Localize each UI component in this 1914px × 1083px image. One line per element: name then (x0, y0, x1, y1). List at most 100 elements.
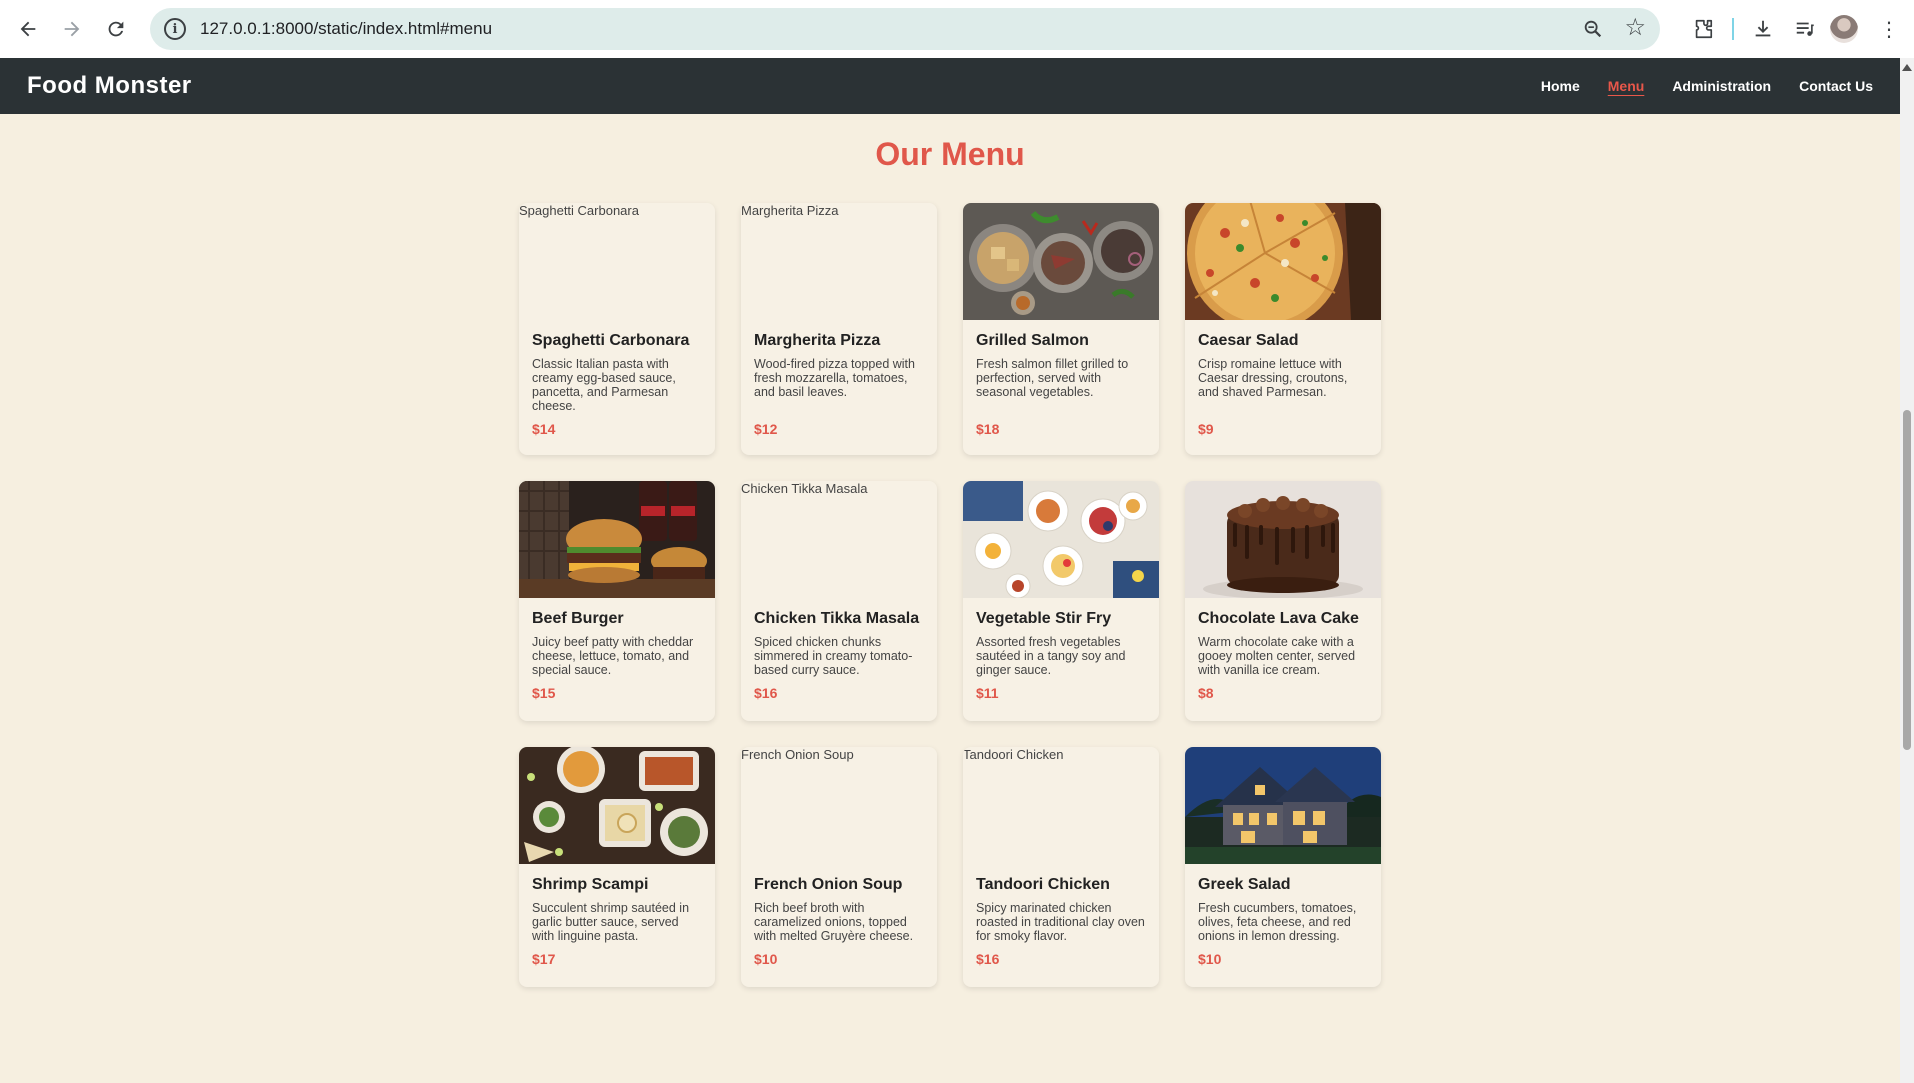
breakfast-photo (963, 481, 1159, 598)
menu-item-image: French Onion Soup (741, 747, 937, 864)
menu-item-description: Succulent shrimp sautéed in garlic butte… (532, 901, 690, 943)
scroll-up-arrow-icon[interactable] (1902, 64, 1912, 71)
menu-item-price: $15 (532, 685, 556, 701)
menu-item-price: $17 (532, 951, 556, 967)
menu-item-price: $10 (1198, 951, 1222, 967)
menu-item-description: Spicy marinated chicken roasted in tradi… (976, 901, 1145, 943)
zoom-icon[interactable] (1582, 18, 1604, 40)
image-alt-text: Margherita Pizza (741, 203, 839, 218)
menu-item-description: Classic Italian pasta with creamy egg-ba… (532, 357, 676, 413)
menu-item-description: Crisp romaine lettuce with Caesar dressi… (1198, 357, 1348, 399)
table-spread-photo (519, 747, 715, 864)
nav-menu[interactable]: Menu (1608, 78, 1645, 94)
menu-item-name: Beef Burger (532, 610, 624, 627)
menu-item-image (963, 203, 1159, 320)
menu-item-description: Juicy beef patty with cheddar cheese, le… (532, 635, 694, 677)
menu-item-description: Rich beef broth with caramelized onions,… (754, 901, 914, 943)
page-title: Our Menu (875, 136, 1025, 172)
site-info-icon[interactable]: i (164, 18, 186, 40)
menu-card[interactable]: Shrimp Scampi Succulent shrimp sautéed in… (519, 747, 715, 987)
forward-button[interactable] (50, 7, 94, 51)
menu-item-description: Warm chocolate cake with a gooey molten … (1198, 635, 1356, 677)
arrow-right-icon (64, 21, 80, 37)
menu-card[interactable]: Spaghetti Carbonara Spaghetti Carbonara C… (519, 203, 715, 455)
download-icon[interactable] (1742, 8, 1784, 50)
menu-card[interactable]: Beef Burger Juicy beef patty with cheddar… (519, 481, 715, 721)
site-nav: Home Menu Administration Contact Us (1513, 58, 1873, 114)
menu-item-price: $16 (976, 951, 1000, 967)
menu-item-image (1185, 481, 1381, 598)
image-alt-text: Spaghetti Carbonara (519, 203, 639, 218)
menu-item-description: Wood-fired pizza topped with fresh mozza… (754, 357, 915, 399)
menu-item-image (519, 481, 715, 598)
burger-photo (519, 481, 715, 598)
media-controls-icon[interactable] (1784, 8, 1826, 50)
menu-item-image: Tandoori Chicken (963, 747, 1159, 864)
reload-icon (108, 21, 124, 37)
image-alt-text: Tandoori Chicken (963, 747, 1064, 762)
menu-item-name: Margherita Pizza (754, 332, 881, 349)
pizza-photo (1185, 203, 1381, 320)
menu-item-description: Spiced chicken chunks simmered in creamy… (754, 635, 913, 677)
menu-card[interactable]: Vegetable Stir Fry Assorted fresh vegetab… (963, 481, 1159, 721)
menu-card[interactable]: Margherita Pizza Margherita Pizza Wood-fi… (741, 203, 937, 455)
menu-grid: Spaghetti Carbonara Spaghetti Carbonara C… (519, 203, 1383, 1013)
menu-item-name: Grilled Salmon (976, 332, 1089, 349)
menu-item-image (963, 481, 1159, 598)
menu-card[interactable]: Chicken Tikka Masala Chicken Tikka Masal… (741, 481, 937, 721)
menu-item-image: Margherita Pizza (741, 203, 937, 320)
menu-card[interactable]: French Onion Soup French Onion Soup Rich … (741, 747, 937, 987)
toolbar-actions: ⋮ (1682, 8, 1914, 50)
menu-item-name: Spaghetti Carbonara (532, 332, 690, 349)
reload-button[interactable] (94, 7, 138, 51)
browser-menu-icon[interactable]: ⋮ (1868, 8, 1910, 50)
image-alt-text: French Onion Soup (741, 747, 854, 762)
menu-item-price: $16 (754, 685, 778, 701)
menu-item-image (519, 747, 715, 864)
url-text[interactable]: 127.0.0.1:8000/static/index.html#menu (200, 19, 492, 39)
scrollbar-thumb[interactable] (1903, 410, 1911, 750)
back-button[interactable] (6, 7, 50, 51)
menu-item-price: $9 (1198, 421, 1214, 437)
nav-home[interactable]: Home (1541, 78, 1580, 94)
site-header: Food Monster Home Menu Administration Co… (0, 58, 1900, 114)
plates-photo (963, 203, 1159, 320)
menu-card[interactable]: Chocolate Lava Cake Warm chocolate cake w… (1185, 481, 1381, 721)
menu-card[interactable]: Grilled Salmon Fresh salmon fillet grille… (963, 203, 1159, 455)
menu-item-name: Chocolate Lava Cake (1198, 610, 1359, 627)
site-brand[interactable]: Food Monster (27, 72, 192, 100)
menu-card[interactable]: Greek Salad Fresh cucumbers, tomatoes, ol… (1185, 747, 1381, 987)
arrow-left-icon (20, 21, 36, 37)
menu-card[interactable]: Caesar Salad Crisp romaine lettuce with C… (1185, 203, 1381, 455)
page-scrollbar[interactable] (1900, 58, 1914, 1083)
toolbar-divider (1732, 18, 1734, 40)
nav-contact-us[interactable]: Contact Us (1799, 78, 1873, 94)
menu-item-price: $10 (754, 951, 778, 967)
menu-item-description: Fresh salmon fillet grilled to perfectio… (976, 357, 1129, 399)
nav-administration[interactable]: Administration (1672, 78, 1771, 94)
menu-item-image: Chicken Tikka Masala (741, 481, 937, 598)
menu-item-price: $14 (532, 421, 556, 437)
menu-item-name: French Onion Soup (754, 876, 903, 893)
menu-item-price: $18 (976, 421, 1000, 437)
extensions-icon[interactable] (1682, 8, 1724, 50)
menu-item-name: Vegetable Stir Fry (976, 610, 1112, 627)
cake-photo (1185, 481, 1381, 598)
menu-card[interactable]: Tandoori Chicken Tandoori Chicken Spicy m… (963, 747, 1159, 987)
profile-avatar[interactable] (1830, 15, 1858, 43)
menu-item-image (1185, 747, 1381, 864)
image-alt-text: Chicken Tikka Masala (741, 481, 868, 496)
menu-item-image (1185, 203, 1381, 320)
menu-item-price: $12 (754, 421, 778, 437)
menu-item-name: Tandoori Chicken (976, 876, 1110, 893)
menu-item-price: $8 (1198, 685, 1214, 701)
browser-toolbar: i 127.0.0.1:8000/static/index.html#menu … (0, 0, 1914, 58)
menu-item-image: Spaghetti Carbonara (519, 203, 715, 320)
menu-item-name: Greek Salad (1198, 876, 1291, 893)
menu-item-price: $11 (976, 685, 999, 701)
menu-item-description: Fresh cucumbers, tomatoes, olives, feta … (1198, 901, 1357, 943)
address-bar[interactable]: i 127.0.0.1:8000/static/index.html#menu … (150, 8, 1660, 50)
menu-item-description: Assorted fresh vegetables sautéed in a t… (976, 635, 1126, 677)
menu-item-name: Caesar Salad (1198, 332, 1299, 349)
bookmark-star-icon[interactable]: ☆ (1624, 16, 1646, 40)
